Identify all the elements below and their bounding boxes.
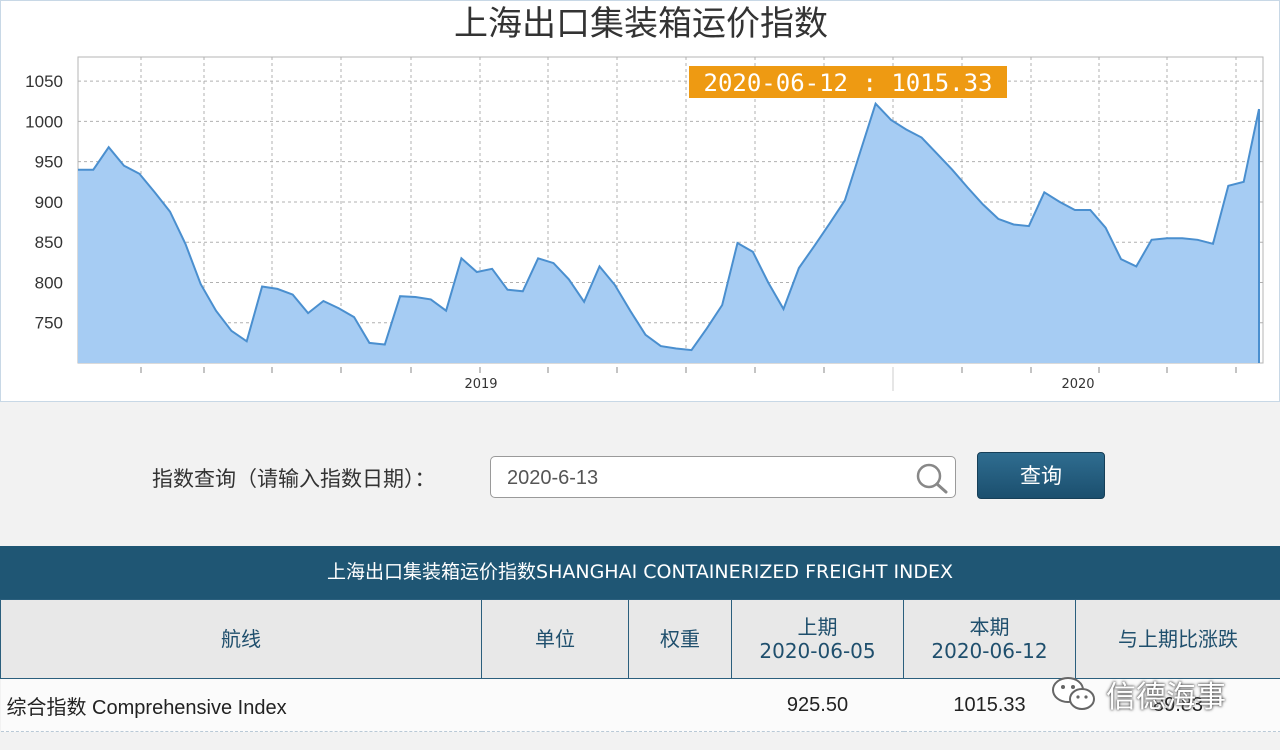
chart-panel: 上海出口集装箱运价指数 1050 1000 950 900 850 800 750 2019 20… xyxy=(0,0,1280,402)
header-current: 本期 2020-06-12 xyxy=(903,599,1076,679)
header-route: 航线 xyxy=(0,599,482,679)
header-current-label: 本期 xyxy=(969,615,1010,639)
header-previous-date: 2020-06-05 xyxy=(759,639,876,663)
y-tick-label: 750 xyxy=(35,314,63,333)
search-icon[interactable] xyxy=(915,462,949,498)
freight-index-chart: 上海出口集装箱运价指数 1050 1000 950 900 850 800 750 2019 20… xyxy=(25,4,1264,392)
y-tick-label: 1000 xyxy=(25,112,63,131)
table-header-row: 航线 单位 权重 上期 2020-06-05 本期 2020-06-12 与上期… xyxy=(0,599,1280,679)
cell-previous: 925.50 xyxy=(731,678,904,732)
cell-weight xyxy=(628,678,732,732)
date-input[interactable] xyxy=(505,464,909,492)
table-title: 上海出口集装箱运价指数SHANGHAI CONTAINERIZED FREIGH… xyxy=(0,546,1280,599)
query-row: 指数查询（请输入指数日期）： 查询 xyxy=(0,452,1280,500)
cell-route: 综合指数 Comprehensive Index xyxy=(0,678,482,732)
header-unit: 单位 xyxy=(481,599,629,679)
watermark: 信德海事 xyxy=(1050,672,1226,716)
y-tick-label: 800 xyxy=(35,273,63,292)
tooltip-text: 2020-06-12 : 1015.33 xyxy=(704,69,993,97)
watermark-text: 信德海事 xyxy=(1106,680,1226,715)
date-search-box[interactable] xyxy=(490,456,956,498)
x-tick-label: 2020 xyxy=(1061,377,1094,392)
header-previous-label: 上期 xyxy=(797,615,838,639)
query-label: 指数查询（请输入指数日期）： xyxy=(152,467,436,491)
y-tick-label: 900 xyxy=(35,193,63,212)
header-previous: 上期 2020-06-05 xyxy=(731,599,904,679)
wechat-icon xyxy=(1052,677,1095,710)
chart-title: 上海出口集装箱运价指数 xyxy=(454,4,828,44)
query-button[interactable]: 查询 xyxy=(977,452,1105,499)
x-tick-label: 2019 xyxy=(464,377,497,392)
y-tick-label: 950 xyxy=(35,153,63,172)
header-weight: 权重 xyxy=(628,599,732,679)
cell-unit xyxy=(481,678,629,732)
header-current-date: 2020-06-12 xyxy=(931,639,1048,663)
y-tick-label: 1050 xyxy=(25,72,63,91)
y-tick-label: 850 xyxy=(35,233,63,252)
header-change: 与上期比涨跌 xyxy=(1075,599,1280,679)
